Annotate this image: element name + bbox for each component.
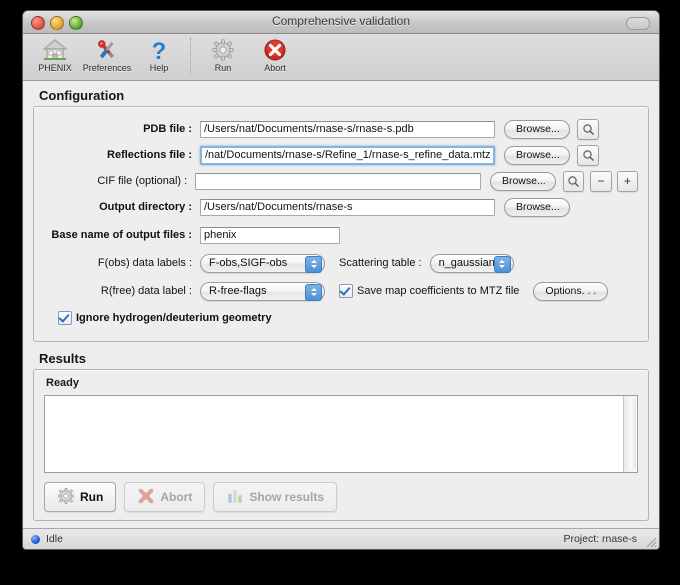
- output-directory-row: Output directory : Browse...: [44, 194, 638, 220]
- fobs-value: F-obs,SIGF-obs: [209, 257, 287, 269]
- rfree-label: R(free) data label :: [44, 285, 200, 297]
- reflections-file-label: Reflections file :: [44, 149, 200, 161]
- status-text: Idle: [46, 533, 63, 545]
- gear-icon: [57, 487, 75, 508]
- reflections-file-row: Reflections file : Browse...: [44, 142, 638, 168]
- abort-button-label: Abort: [160, 490, 192, 504]
- checkbox-icon: [58, 311, 72, 325]
- pdb-file-row: PDB file : Browse...: [44, 116, 638, 142]
- rfree-row: R(free) data label : R-free-flags Save m…: [44, 278, 638, 304]
- chevron-updown-icon: [494, 256, 511, 273]
- show-results-button-label: Show results: [249, 490, 324, 504]
- output-directory-label: Output directory :: [44, 201, 200, 213]
- toolbar-label-help: Help: [133, 63, 185, 73]
- save-map-label: Save map coefficients to MTZ file: [357, 285, 519, 297]
- toolbar-label-abort: Abort: [249, 63, 301, 73]
- application-window: Comprehensive validation PHENIX: [22, 10, 660, 550]
- scrollbar-thumb[interactable]: [625, 397, 636, 471]
- base-name-label: Base name of output files :: [44, 229, 200, 241]
- cif-file-row: CIF file (optional) : Browse... − +: [44, 168, 638, 194]
- run-button[interactable]: Run: [44, 482, 116, 512]
- scattering-value: n_gaussian: [439, 257, 495, 269]
- base-name-row: Base name of output files :: [44, 222, 638, 248]
- checkbox-icon: [339, 284, 353, 298]
- results-section-title: Results: [39, 351, 649, 366]
- run-button-label: Run: [80, 490, 103, 504]
- cif-search-button[interactable]: [563, 171, 584, 192]
- fobs-dropdown[interactable]: F-obs,SIGF-obs: [200, 254, 325, 273]
- x-cross-icon: [137, 487, 155, 508]
- toolbar-button-phenix[interactable]: PHENIX: [29, 36, 81, 73]
- stop-x-icon: [249, 37, 301, 63]
- results-log-scrollbar[interactable]: [623, 396, 637, 472]
- save-map-checkbox[interactable]: Save map coefficients to MTZ file: [339, 284, 519, 298]
- chevron-updown-icon: [305, 284, 322, 301]
- search-icon: [582, 123, 595, 136]
- toolbar-label-phenix: PHENIX: [29, 63, 81, 73]
- base-name-input[interactable]: [200, 227, 340, 244]
- options-button[interactable]: Options. . .: [533, 282, 608, 301]
- results-log-text[interactable]: [45, 396, 623, 472]
- output-directory-browse-button[interactable]: Browse...: [504, 198, 570, 217]
- rfree-value: R-free-flags: [209, 285, 266, 297]
- ignore-hydrogen-row: Ignore hydrogen/deuterium geometry: [44, 305, 638, 331]
- cif-file-label: CIF file (optional) :: [44, 175, 195, 187]
- pdb-browse-button[interactable]: Browse...: [504, 120, 570, 139]
- resize-grip-icon[interactable]: [643, 534, 657, 548]
- search-icon: [582, 149, 595, 162]
- title-bar: Comprehensive validation: [23, 11, 659, 34]
- abort-button[interactable]: Abort: [124, 482, 205, 512]
- reflections-search-button[interactable]: [577, 145, 599, 166]
- chevron-updown-icon: [305, 256, 322, 273]
- bar-chart-icon: [226, 487, 244, 508]
- svg-text:?: ?: [152, 38, 167, 62]
- configuration-panel: PDB file : Browse... Reflections file : …: [33, 106, 649, 342]
- pdb-search-button[interactable]: [577, 119, 599, 140]
- results-status-label: Ready: [46, 377, 638, 389]
- cif-browse-button[interactable]: Browse...: [490, 172, 556, 191]
- rfree-dropdown[interactable]: R-free-flags: [200, 282, 325, 301]
- toolbar-label-preferences: Preferences: [81, 63, 133, 73]
- output-directory-input[interactable]: [200, 199, 495, 216]
- window-title: Comprehensive validation: [23, 14, 659, 28]
- ignore-hydrogen-label: Ignore hydrogen/deuterium geometry: [76, 312, 272, 324]
- results-panel: Ready: [33, 369, 649, 521]
- toolbar-button-run[interactable]: Run: [197, 36, 249, 73]
- toolbar-button-abort[interactable]: Abort: [249, 36, 301, 73]
- ignore-hydrogen-checkbox[interactable]: Ignore hydrogen/deuterium geometry: [58, 311, 272, 325]
- cif-file-input[interactable]: [195, 173, 481, 190]
- results-action-buttons: Run Abort: [44, 482, 638, 512]
- show-results-button[interactable]: Show results: [213, 482, 337, 512]
- main-toolbar: PHENIX Preferences: [23, 34, 659, 81]
- results-log-container: [44, 395, 638, 473]
- search-icon: [567, 175, 580, 188]
- status-project-label: Project: rnase-s: [563, 533, 637, 545]
- question-mark-icon: ?: [133, 37, 185, 63]
- toolbar-separator: [190, 38, 192, 74]
- fobs-label: F(obs) data labels :: [44, 257, 200, 269]
- toolbar-toggle-button[interactable]: [626, 17, 650, 30]
- toolbar-button-help[interactable]: ? Help: [133, 36, 185, 73]
- status-indicator-icon: [31, 535, 40, 544]
- reflections-file-input[interactable]: [200, 146, 495, 165]
- scattering-dropdown[interactable]: n_gaussian: [430, 254, 514, 273]
- house-icon: [29, 37, 81, 63]
- pdb-file-label: PDB file :: [44, 123, 200, 135]
- tools-icon: [81, 37, 133, 63]
- gear-icon: [197, 37, 249, 63]
- cif-remove-button[interactable]: −: [590, 171, 611, 192]
- toolbar-label-run: Run: [197, 63, 249, 73]
- cif-add-button[interactable]: +: [617, 171, 638, 192]
- reflections-browse-button[interactable]: Browse...: [504, 146, 570, 165]
- pdb-file-input[interactable]: [200, 121, 495, 138]
- scattering-label: Scattering table :: [325, 257, 430, 269]
- fobs-row: F(obs) data labels : F-obs,SIGF-obs Scat…: [44, 250, 638, 276]
- toolbar-button-preferences[interactable]: Preferences: [81, 36, 133, 73]
- configuration-section-title: Configuration: [39, 88, 649, 103]
- status-bar: Idle Project: rnase-s: [23, 528, 659, 549]
- main-content: Configuration PDB file : Browse... Refle…: [23, 81, 659, 528]
